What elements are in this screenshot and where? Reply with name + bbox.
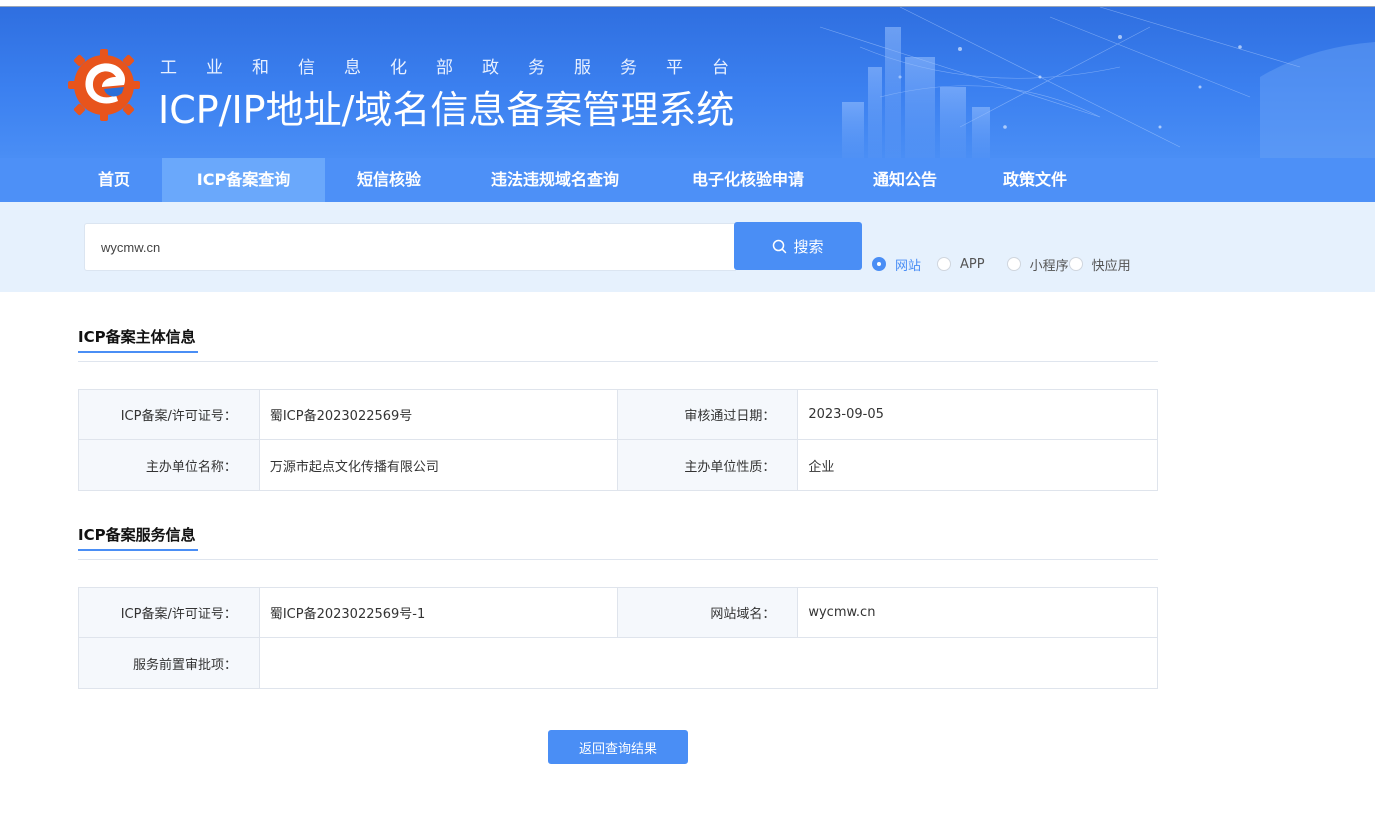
- radio-unchecked-icon: [1006, 257, 1021, 271]
- section-title: ICP备案主体信息: [78, 326, 198, 353]
- table-row: 服务前置审批项：: [79, 638, 1157, 688]
- section-title: ICP备案服务信息: [78, 524, 198, 551]
- radio-label: APP: [960, 256, 985, 272]
- org-name-label: 主办单位名称：: [79, 440, 260, 490]
- domain-value: wycmw.cn: [808, 605, 876, 620]
- radio-label: 网站: [895, 258, 922, 274]
- search-button-label: 搜索: [793, 237, 824, 256]
- service-info-header: ICP备案服务信息: [78, 524, 1158, 560]
- miit-logo-icon: [68, 49, 140, 121]
- radio-website[interactable]: 网站: [872, 255, 921, 274]
- license-value: 蜀ICP备2023022569号: [260, 390, 618, 439]
- domain-label: 网站域名：: [617, 588, 799, 637]
- table-row: 主办单位名称： 万源市起点文化传播有限公司 主办单位性质： 企业: [79, 440, 1157, 490]
- search-button[interactable]: 搜索: [734, 222, 862, 270]
- main-nav: 首页 ICP备案查询 短信核验 违法违规域名查询 电子化核验申请 通知公告 政策…: [0, 158, 1375, 202]
- nav-item-e-verify-apply[interactable]: 电子化核验申请: [670, 158, 826, 202]
- search-area: 搜索 网站 APP 小程序 快应用: [0, 202, 1375, 292]
- radio-unchecked-icon: [937, 257, 952, 271]
- preapproval-label: 服务前置审批项：: [79, 638, 260, 688]
- site-title: ICP/IP地址/域名信息备案管理系统: [158, 88, 735, 132]
- org-type-label: 主办单位性质：: [617, 440, 799, 490]
- service-license-label: ICP备案/许可证号：: [79, 588, 260, 637]
- site-header: 工业和信息化部政务服务平台 ICP/IP地址/域名信息备案管理系统: [0, 7, 1375, 158]
- service-license-value: 蜀ICP备2023022569号-1: [260, 588, 618, 637]
- org-name-value: 万源市起点文化传播有限公司: [260, 440, 618, 490]
- subject-info-table: ICP备案/许可证号： 蜀ICP备2023022569号 审核通过日期： 202…: [78, 389, 1158, 491]
- search-type-radios: 网站 APP 小程序 快应用: [872, 254, 1131, 274]
- table-row: ICP备案/许可证号： 蜀ICP备2023022569号 审核通过日期： 202…: [79, 390, 1157, 440]
- nav-item-icp-query[interactable]: ICP备案查询: [162, 158, 325, 202]
- radio-label: 快应用: [1091, 258, 1131, 274]
- search-input[interactable]: [84, 223, 736, 271]
- service-info-table: ICP备案/许可证号： 蜀ICP备2023022569号-1 网站域名： wyc…: [78, 587, 1158, 689]
- radio-mini-program[interactable]: 小程序: [1006, 255, 1069, 274]
- approve-date-label: 审核通过日期：: [617, 390, 799, 439]
- radio-app[interactable]: APP: [937, 257, 985, 272]
- nav-item-illegal-domain-query[interactable]: 违法违规域名查询: [470, 158, 640, 202]
- approve-date-value: 2023-09-05: [808, 407, 884, 422]
- table-row: ICP备案/许可证号： 蜀ICP备2023022569号-1 网站域名： wyc…: [79, 588, 1157, 638]
- radio-label: 小程序: [1029, 258, 1069, 274]
- nav-item-sms-verify[interactable]: 短信核验: [339, 158, 439, 202]
- preapproval-value: [260, 638, 1157, 688]
- radio-checked-icon: [872, 257, 886, 271]
- nav-item-notices[interactable]: 通知公告: [856, 158, 954, 202]
- nav-item-home[interactable]: 首页: [78, 158, 150, 202]
- radio-unchecked-icon: [1068, 257, 1083, 271]
- radio-quick-app[interactable]: 快应用: [1068, 255, 1131, 274]
- top-border: [0, 0, 1375, 7]
- subject-info-header: ICP备案主体信息: [78, 326, 1158, 362]
- org-type-value: 企业: [808, 459, 835, 475]
- license-label: ICP备案/许可证号：: [79, 390, 260, 439]
- search-icon: [773, 239, 787, 253]
- site-subtitle: 工业和信息化部政务服务平台: [160, 58, 758, 78]
- back-to-results-button[interactable]: 返回查询结果: [548, 730, 688, 764]
- nav-item-policy-docs[interactable]: 政策文件: [986, 158, 1084, 202]
